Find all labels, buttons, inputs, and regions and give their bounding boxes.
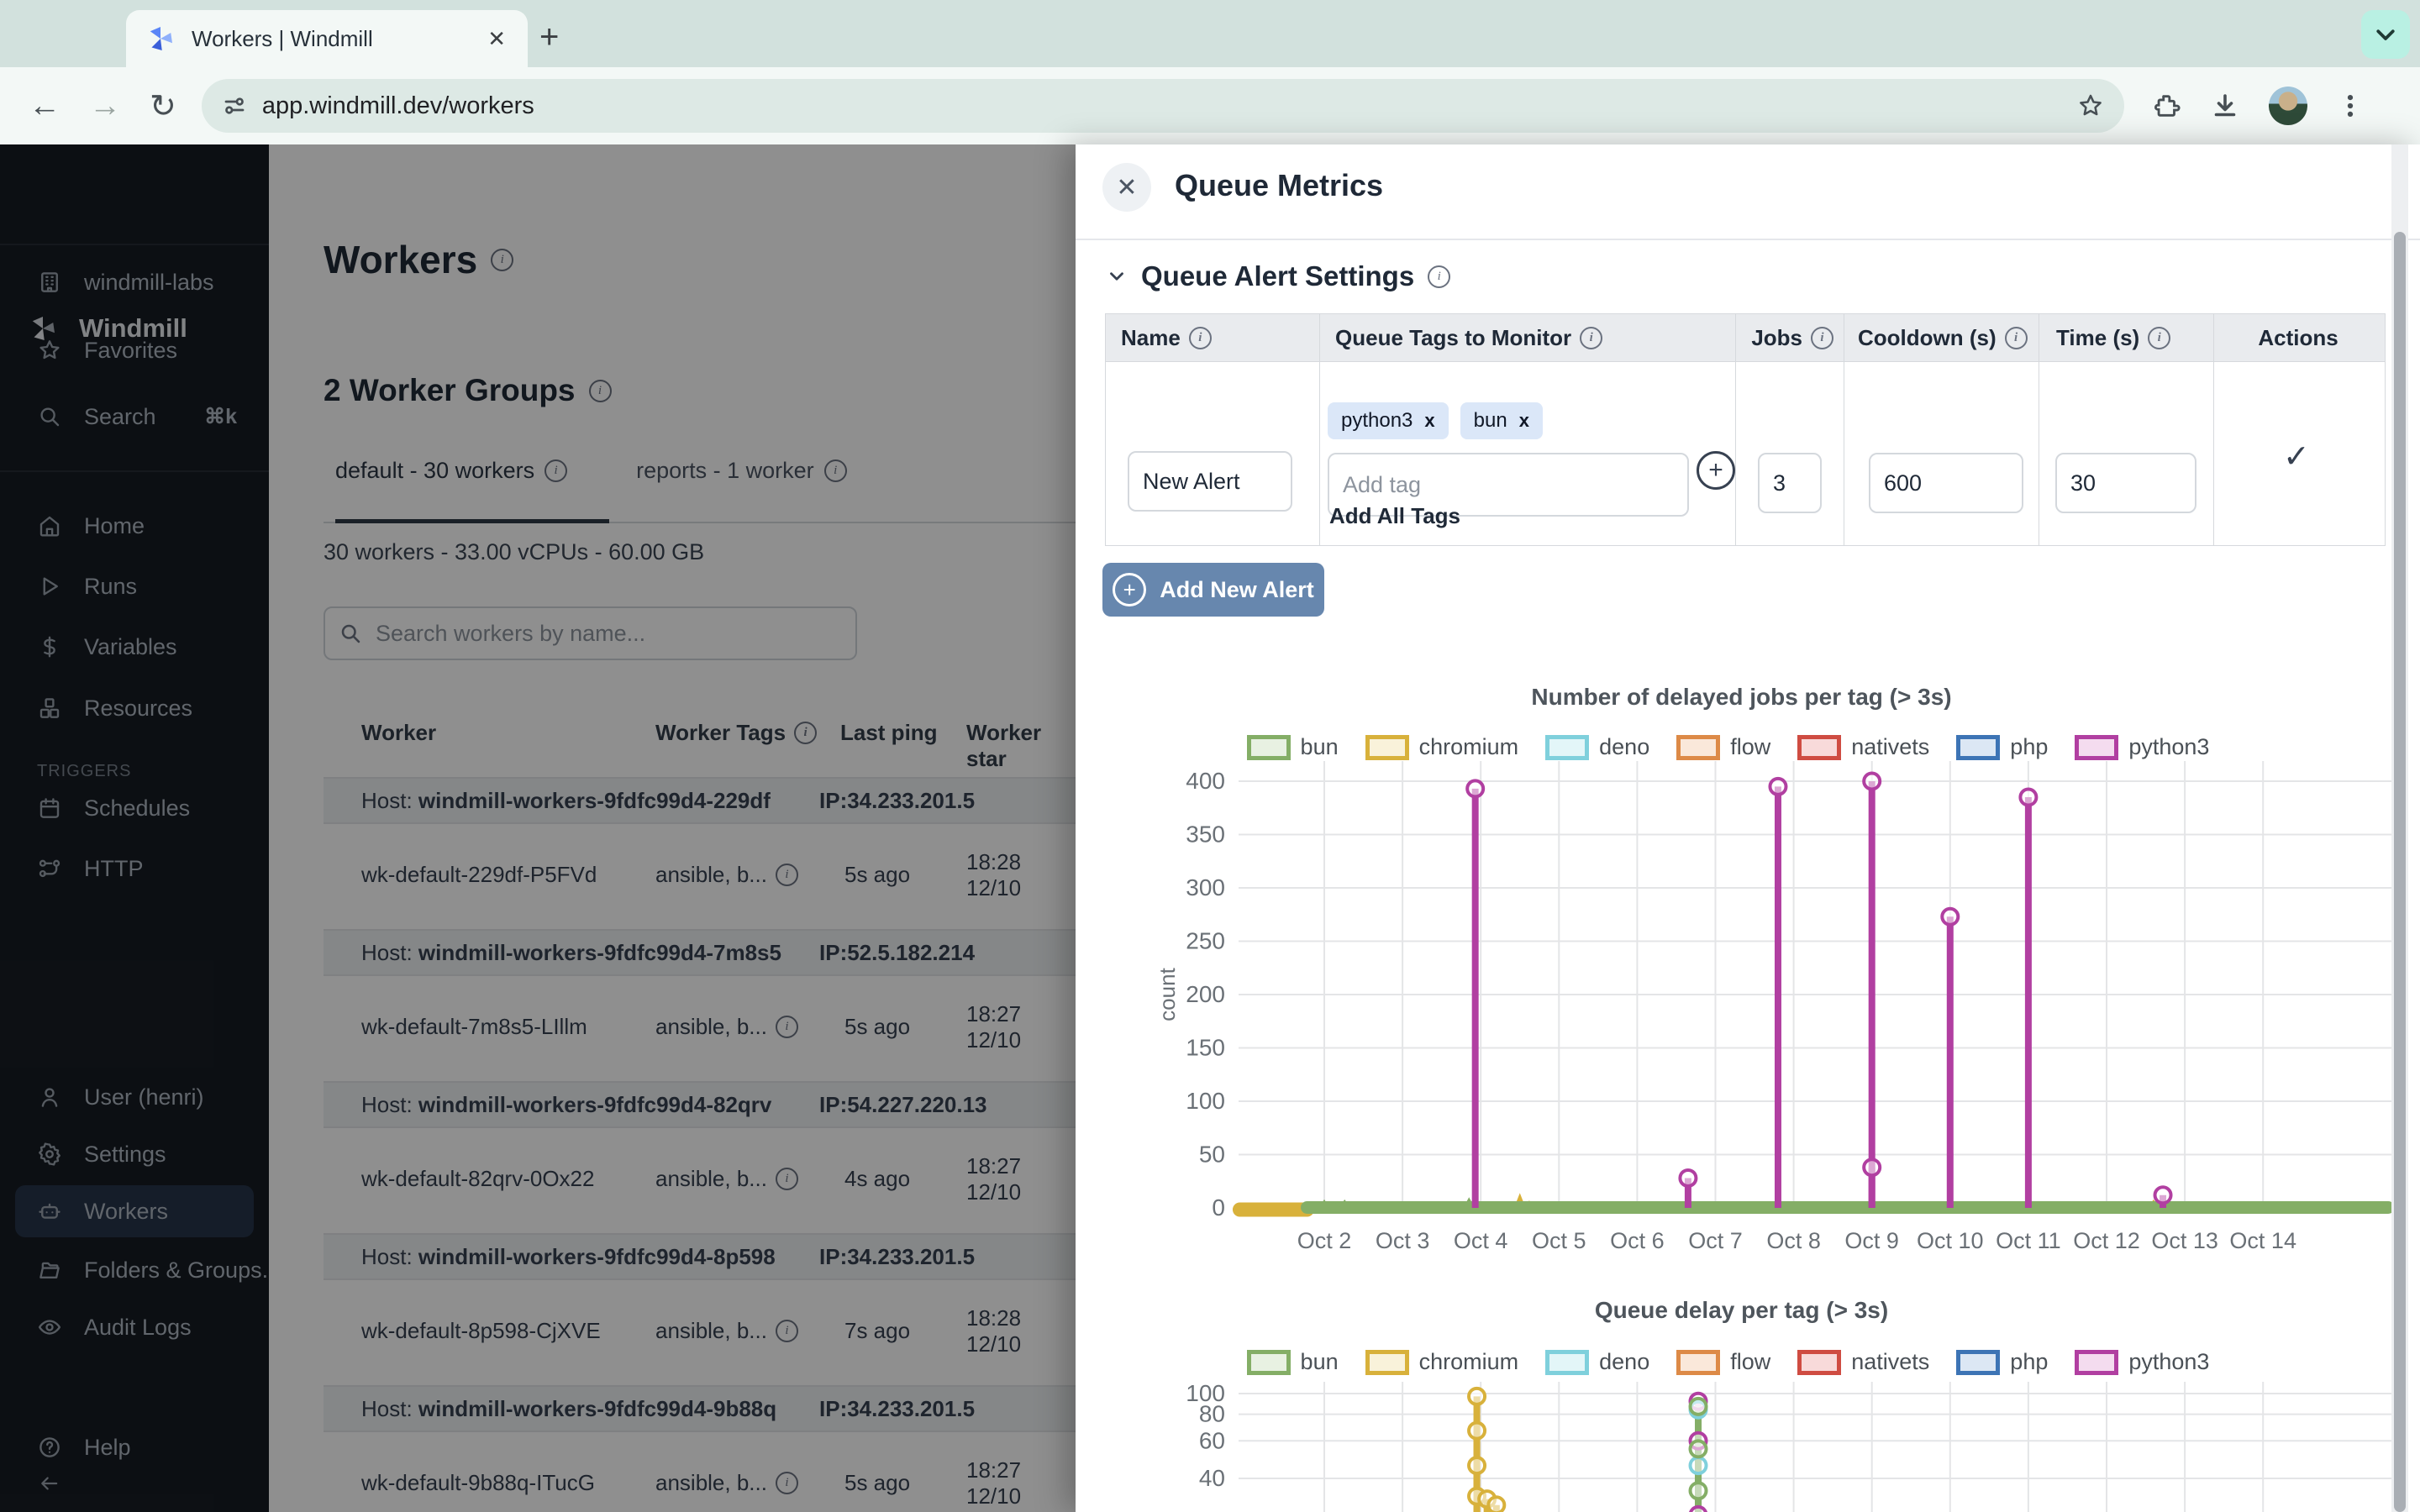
svg-text:Oct 8: Oct 8 (1766, 1228, 1821, 1253)
windmill-favicon (143, 21, 178, 56)
svg-text:Oct 2: Oct 2 (1297, 1228, 1352, 1253)
screen: Workers | Windmill ✕ + ← → ↻ app.windmil… (0, 0, 2420, 1512)
svg-text:80: 80 (1199, 1401, 1225, 1427)
svg-text:40: 40 (1199, 1465, 1225, 1491)
svg-text:0: 0 (1212, 1194, 1225, 1221)
svg-text:50: 50 (1199, 1142, 1225, 1168)
forward-icon[interactable]: → (89, 88, 121, 124)
browser-toolbar: ← → ↻ app.windmill.dev/workers (0, 67, 2420, 146)
svg-text:100: 100 (1186, 1088, 1225, 1114)
svg-text:Oct 6: Oct 6 (1610, 1228, 1665, 1253)
svg-text:Oct 5: Oct 5 (1532, 1228, 1586, 1253)
svg-text:350: 350 (1186, 822, 1225, 848)
drawer-backdrop[interactable] (0, 144, 1076, 1512)
tab-strip-chevron-button[interactable] (2361, 10, 2410, 59)
svg-text:Oct 11: Oct 11 (1996, 1228, 2061, 1253)
svg-text:Oct 7: Oct 7 (1688, 1228, 1743, 1253)
svg-text:400: 400 (1186, 768, 1225, 794)
svg-text:150: 150 (1186, 1035, 1225, 1061)
drawer-scrollbar-thumb[interactable] (2394, 232, 2406, 1512)
svg-text:Oct 10: Oct 10 (1917, 1228, 1984, 1253)
back-icon[interactable]: ← (29, 88, 60, 124)
queue-charts: 0 50 100 150 200 250 300 350 400 Oct 2 Oct 3 Oct 4 O… (1076, 144, 2420, 1512)
menu-kebab-icon[interactable] (2336, 92, 2365, 120)
svg-text:Oct 14: Oct 14 (2229, 1228, 2296, 1253)
svg-text:60: 60 (1199, 1427, 1225, 1453)
tab-title: Workers | Windmill (192, 26, 482, 52)
svg-text:Oct 9: Oct 9 (1844, 1228, 1899, 1253)
extensions-icon[interactable] (2153, 92, 2181, 120)
svg-text:200: 200 (1186, 981, 1225, 1007)
svg-text:Oct 3: Oct 3 (1376, 1228, 1430, 1253)
bookmark-star-icon[interactable] (2077, 92, 2104, 119)
download-icon[interactable] (2210, 91, 2240, 121)
svg-text:Oct 13: Oct 13 (2151, 1228, 2218, 1253)
url-bar[interactable]: app.windmill.dev/workers (202, 79, 2124, 133)
browser-tab[interactable]: Workers | Windmill ✕ (126, 10, 528, 67)
site-info-icon[interactable] (222, 93, 247, 118)
svg-text:Oct 12: Oct 12 (2073, 1228, 2140, 1253)
chevron-down-icon (2373, 22, 2398, 47)
browser-tab-strip: Workers | Windmill ✕ + (0, 0, 2420, 67)
url-text: app.windmill.dev/workers (262, 92, 2077, 120)
tab-close-icon[interactable]: ✕ (482, 26, 511, 52)
svg-text:count: count (1155, 967, 1180, 1021)
svg-text:Oct 4: Oct 4 (1454, 1228, 1508, 1253)
svg-text:300: 300 (1186, 874, 1225, 900)
avatar[interactable] (2269, 87, 2307, 125)
reload-icon[interactable]: ↻ (150, 87, 176, 125)
queue-metrics-drawer: ✕ Queue Metrics Queue Alert Settings i N… (1076, 144, 2420, 1512)
new-tab-button[interactable]: + (539, 18, 559, 56)
svg-text:250: 250 (1186, 928, 1225, 954)
